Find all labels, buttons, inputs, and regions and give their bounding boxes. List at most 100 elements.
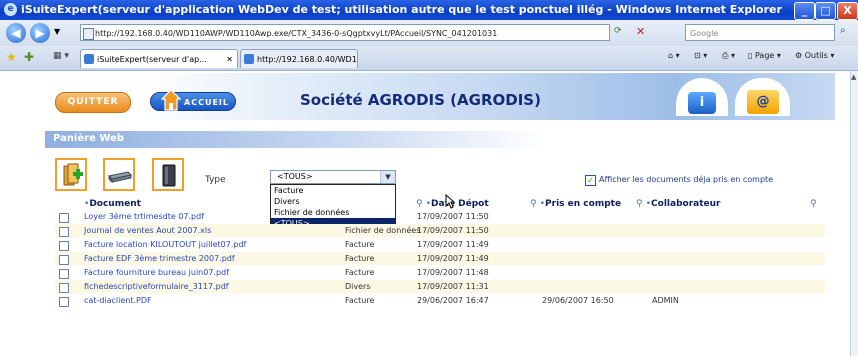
print-icon[interactable]: ⎙ ▾ [722,51,735,61]
row-checkbox[interactable] [59,241,69,251]
scanner-icon [108,171,132,184]
row-document[interactable]: Facture fourniture bureau juin07.pdf [84,266,229,279]
trash-icon [162,164,176,187]
row-type: Fichier de données [345,226,421,235]
table-row[interactable]: Facture fourniture bureau juin07.pdf Fac… [55,266,825,279]
table-row[interactable]: Facture EDF 3ème trimestre 2007.pdf Fact… [55,252,825,265]
tab-label: http://192.168.0.40/WD110... [257,55,357,64]
row-document[interactable]: Facture location KILOUTOUT juillet07.pdf [84,238,246,251]
row-date: 17/09/2007 11:49 [417,240,489,249]
vertical-scrollbar[interactable]: ▲ [850,71,858,356]
home-icon[interactable]: ⌂ ▾ [668,51,680,60]
table-row[interactable]: cat-diaclient.PDF Facture 29/06/2007 16:… [55,294,825,307]
address-input[interactable]: http://192.168.0.40/WD110AWP/WD110Awp.ex… [80,24,610,41]
row-date: 17/09/2007 11:50 [417,226,489,235]
add-document-icon [63,163,83,186]
search-input[interactable]: Google [685,24,835,41]
tab-row: ★ ✚ ▦ ▾ iSuiteExpert(serveur d'ap... ✕ h… [0,46,858,71]
tools-menu[interactable]: ⚙ Outils ▾ [795,51,834,60]
address-bar-row: ◀ ▶ ▼ http://192.168.0.40/WD110AWP/WD110… [0,20,858,46]
section-title: Panière Web [53,133,124,144]
row-document[interactable]: fichedescriptiveformulaire_3117.pdf [84,280,229,293]
row-date: 29/06/2007 16:47 [417,296,489,305]
minimize-button[interactable]: _ [794,2,815,20]
row-date: 17/09/2007 11:50 [417,212,489,221]
header-collaborateur[interactable]: ⚲ •Collaborateur [636,199,720,209]
page-menu[interactable]: ▯ Page ▾ [748,51,781,60]
scan-button[interactable] [103,158,135,191]
add-favorites-icon[interactable]: ✚ [24,50,34,64]
back-arrow-icon[interactable]: ◀ [6,23,26,43]
close-button[interactable]: X [837,2,858,20]
row-document[interactable]: Facture EDF 3ème trimestre 2007.pdf [84,252,235,265]
row-type: Facture [345,254,375,263]
header-document[interactable]: •Document [84,199,141,209]
close-tab-icon[interactable]: ✕ [226,50,233,68]
search-icon[interactable]: ⌕ [840,25,846,36]
row-document[interactable]: cat-diaclient.PDF [84,294,152,307]
quit-button[interactable]: QUITTER [55,92,131,113]
delete-button[interactable] [152,158,184,191]
stop-icon[interactable]: ✕ [636,25,645,38]
row-document[interactable]: Journal de ventes Aout 2007.xls [84,224,211,237]
row-checkbox[interactable] [59,213,69,223]
table-row[interactable]: fichedescriptiveformulaire_3117.pdf Dive… [55,280,825,293]
mouse-cursor-icon [445,194,455,209]
type-select-value: <TOUS> [277,172,313,181]
row-taken: 29/06/2007 16:50 [542,296,614,305]
feeds-icon[interactable]: ⊡ ▾ [694,51,707,60]
info-icon: i [688,92,716,114]
page-icon [83,28,94,40]
row-checkbox[interactable] [59,297,69,307]
table-row[interactable]: Facture location KILOUTOUT juillet07.pdf… [55,238,825,251]
row-collab: ADMIN [652,296,679,305]
home-button-label: ACCUEIL [184,98,229,107]
section-header: Panière Web [45,131,545,148]
add-document-button[interactable] [55,158,87,191]
row-document[interactable]: Loyer 3ème trtimesdte 07.pdf [84,210,204,223]
type-label: Type [205,175,226,185]
tab-isuiteexpert[interactable]: iSuiteExpert(serveur d'ap... ✕ [80,49,238,68]
row-type: Facture [345,240,375,249]
tab-label: iSuiteExpert(serveur d'ap... [97,55,207,64]
search-key-icon: ⚲ [636,199,643,209]
history-dropdown-icon[interactable]: ▼ [54,27,60,36]
table-row[interactable]: Journal de ventes Aout 2007.xls Fichier … [55,224,825,237]
window-title: iSuiteExpert(serveur d'application WebDe… [21,3,782,16]
row-checkbox[interactable] [59,255,69,265]
quick-tabs-icon[interactable]: ▦ ▾ [53,51,69,61]
company-title: Société AGRODIS (AGRODIS) [300,91,541,109]
search-key-icon: ⚲ [530,199,537,209]
header-pris-en-compte[interactable]: ⚲ •Pris en compte [530,199,621,209]
type-select[interactable]: <TOUS> ▼ [270,170,396,184]
checkmark-icon[interactable]: ✓ [585,175,596,186]
type-option-divers[interactable]: Divers [271,196,395,207]
forward-arrow-icon[interactable]: ▶ [30,23,50,43]
row-checkbox[interactable] [59,269,69,279]
header-collab-search-icon[interactable]: ⚲ [810,199,817,209]
row-checkbox[interactable] [59,227,69,237]
tab-favicon-icon [244,54,254,64]
row-date: 17/09/2007 11:31 [417,282,489,291]
search-key-icon: ⚲ [416,199,423,209]
favorites-star-icon[interactable]: ★ [6,50,17,64]
row-date: 17/09/2007 11:48 [417,268,489,277]
house-icon [161,89,181,111]
row-type: Facture [345,268,375,277]
tab-second[interactable]: http://192.168.0.40/WD110... [240,49,358,68]
row-date: 17/09/2007 11:49 [417,254,489,263]
row-type: Facture [345,296,375,305]
row-type: Divers [345,282,371,291]
refresh-icon[interactable]: ⟳ [614,26,622,36]
show-taken-label: Afficher les documents déja pris en comp… [599,175,774,184]
show-taken-checkbox[interactable]: ✓ Afficher les documents déja pris en com… [585,175,773,186]
chevron-down-icon[interactable]: ▼ [380,171,395,183]
row-checkbox[interactable] [59,283,69,293]
window-titlebar: e iSuiteExpert(serveur d'application Web… [0,0,858,20]
type-option-facture[interactable]: Facture [271,185,395,196]
scroll-up-icon[interactable]: ▲ [851,73,856,81]
mail-icon: @ [747,90,779,114]
home-button[interactable]: ACCUEIL [150,89,236,111]
table-row[interactable]: Loyer 3ème trtimesdte 07.pdf 17/09/2007 … [55,210,825,223]
maximize-button[interactable]: □ [815,2,836,20]
